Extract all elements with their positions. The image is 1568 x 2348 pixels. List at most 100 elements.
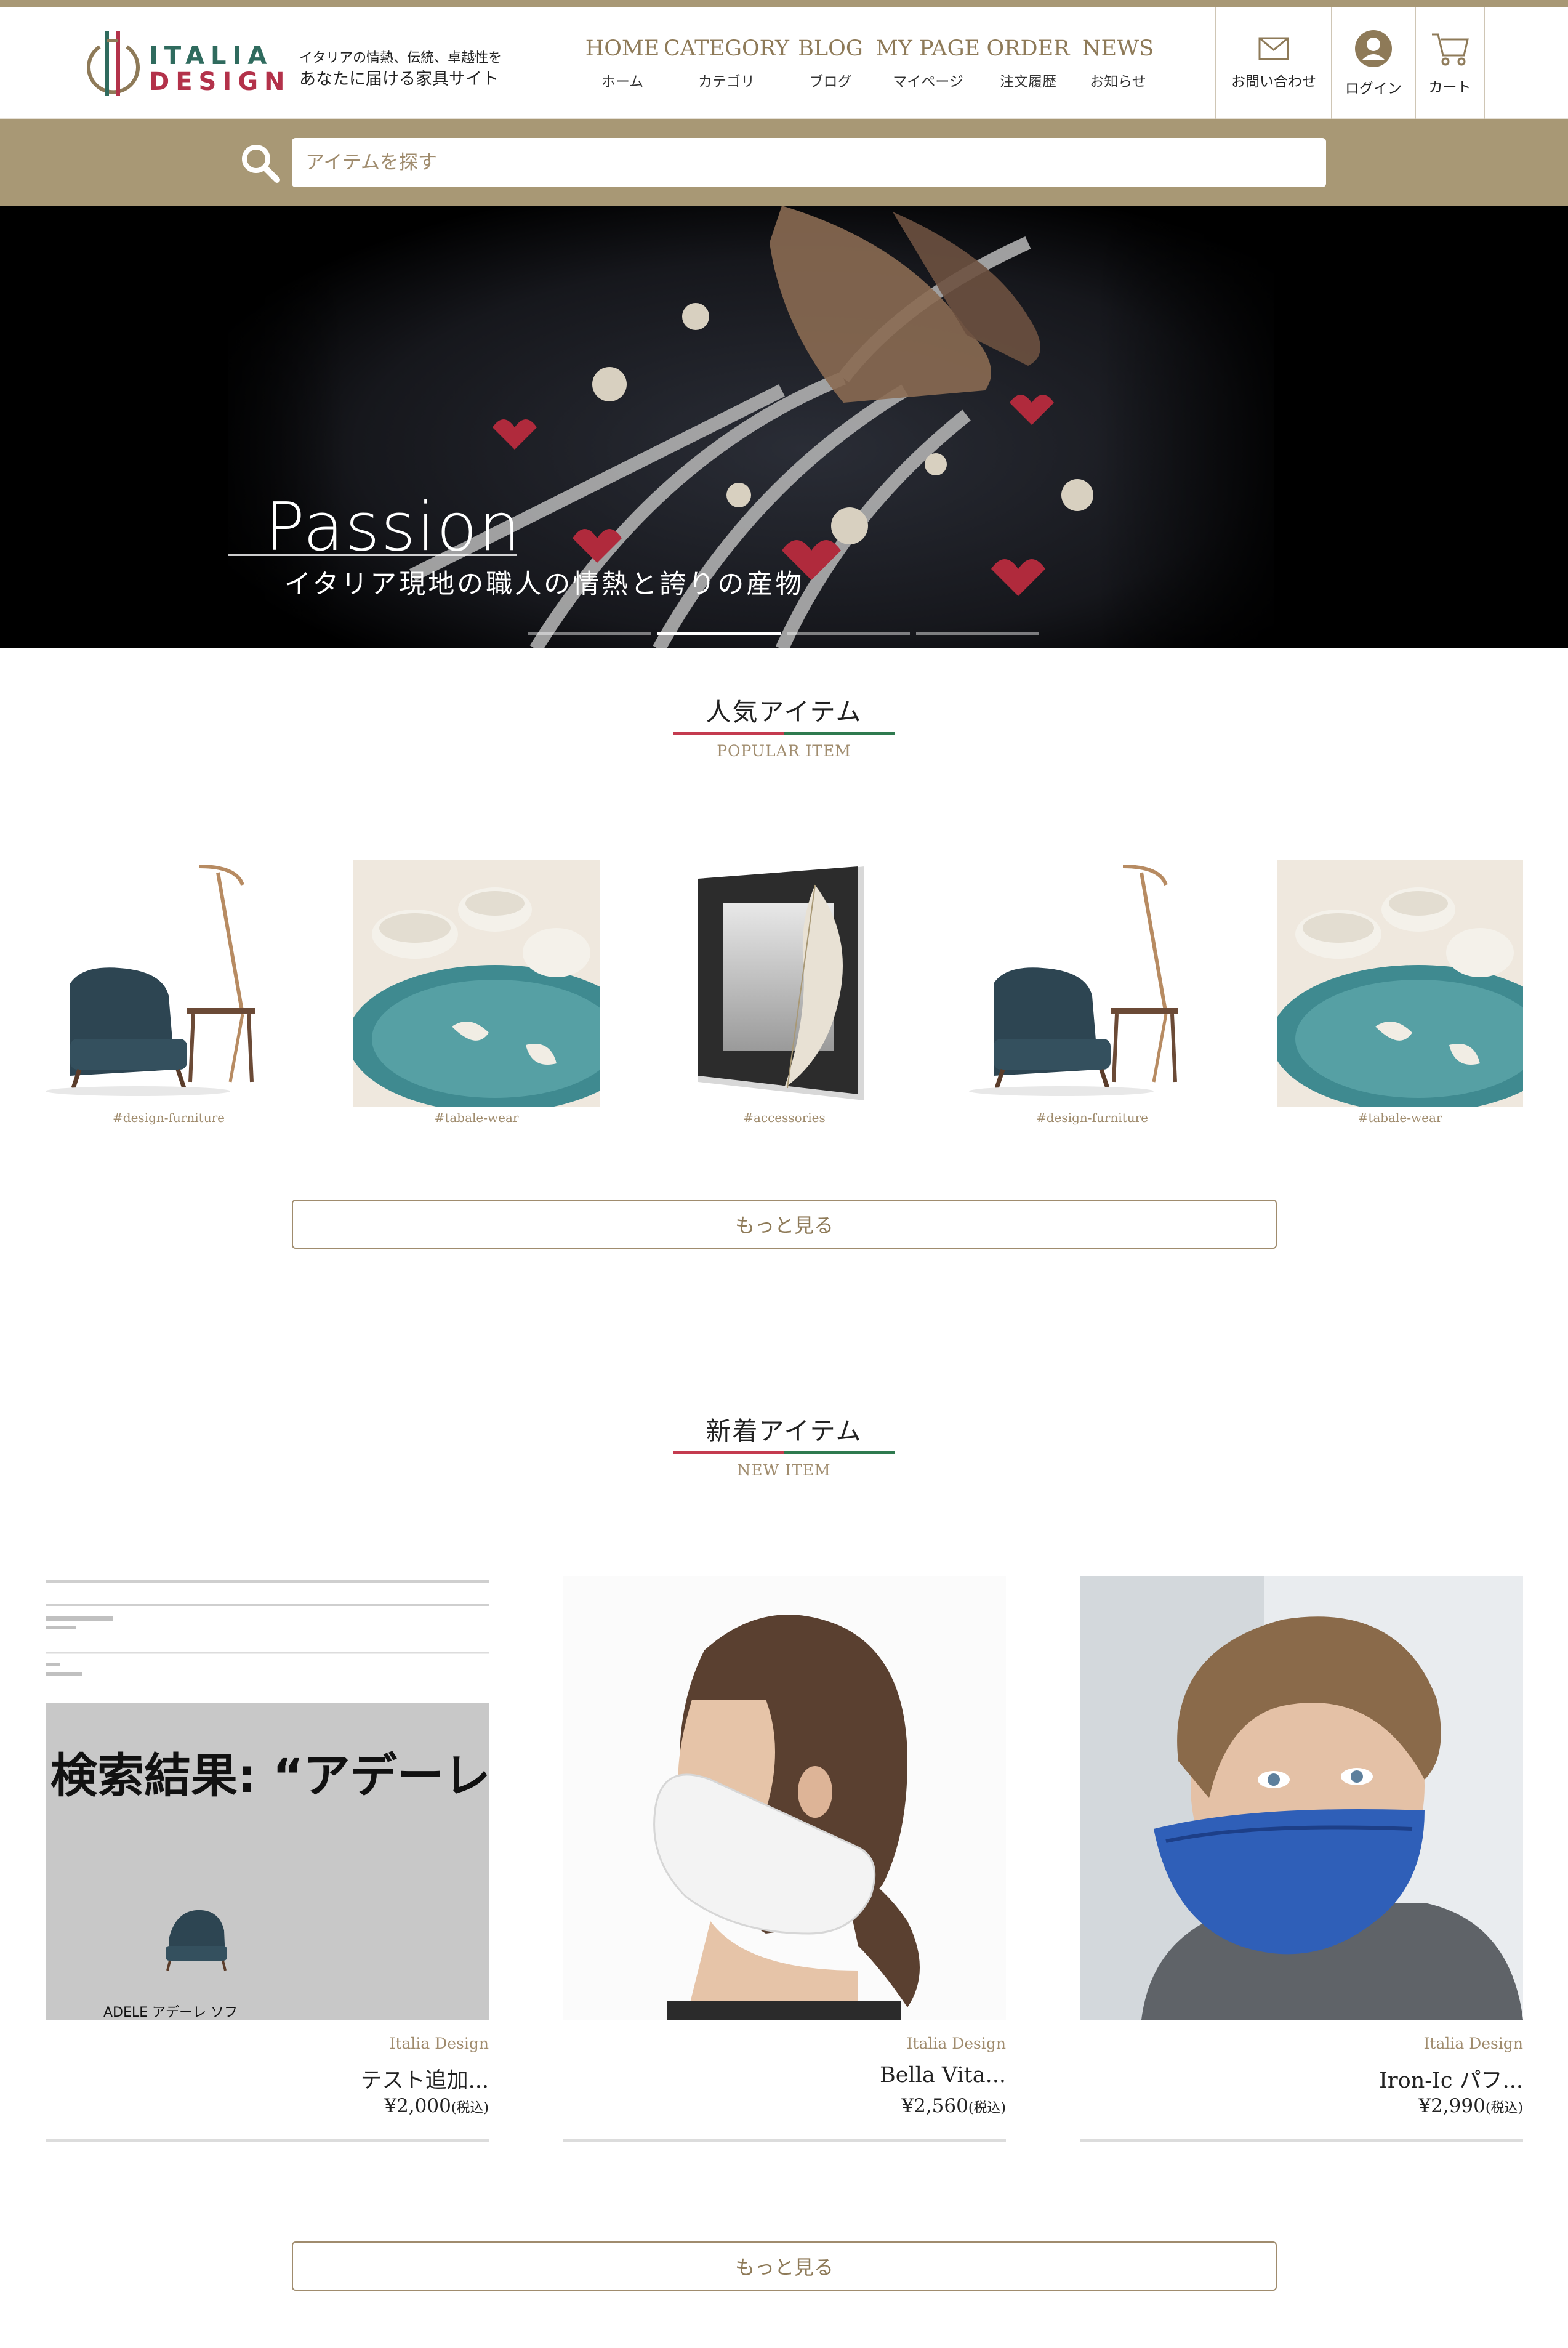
popular-subtitle: POPULAR ITEM xyxy=(717,742,851,760)
new-item-1-price: ¥2,000(税込) xyxy=(384,2095,489,2117)
tagline-line-1: イタリアの情熱、伝統、卓越性を xyxy=(299,50,502,66)
armchair-lamp-image xyxy=(969,860,1215,1107)
new-item-1-name[interactable]: テスト追加... xyxy=(361,2063,489,2094)
cart-icon xyxy=(1432,33,1469,65)
nav-news[interactable]: NEWS お知らせ xyxy=(1074,7,1162,119)
carousel-dot-1[interactable] xyxy=(528,632,651,635)
search-icon[interactable] xyxy=(240,143,281,184)
new-item-1-price-value: ¥2,000 xyxy=(384,2095,451,2117)
new-item-2-brand: Italia Design xyxy=(906,2035,1006,2052)
new-item-card-1[interactable]: 検索結果: “アデーレ” ADELE アデーレ ソフ Italia Design… xyxy=(46,1576,489,2144)
carousel-dot-4[interactable] xyxy=(916,632,1039,635)
nav-category-jp: カテゴリ xyxy=(698,73,755,90)
popular-item-1-tag[interactable]: #design-furniture xyxy=(46,1110,292,1125)
hero-subtitle: イタリア現地の職人の情熱と誇りの産物 xyxy=(284,569,805,600)
italy-flag-underline xyxy=(673,732,895,735)
new-item-card-3[interactable]: Italia Design Iron-Ic パフ... ¥2,990(税込) xyxy=(1080,1576,1523,2144)
logo-mark-icon xyxy=(87,31,140,96)
nav-order-jp: 注文履歴 xyxy=(1000,73,1056,90)
new-item-2-tax: (税込) xyxy=(968,2100,1006,2116)
popular-item-5-tag[interactable]: #tabale-wear xyxy=(1277,1110,1523,1125)
top-accent-strip xyxy=(0,0,1568,7)
nav-news-en: NEWS xyxy=(1082,36,1154,61)
popular-more-button[interactable]: もっと見る xyxy=(292,1200,1277,1249)
feather-frame-image xyxy=(661,860,907,1107)
cart-label: カート xyxy=(1428,79,1471,95)
nav-mypage[interactable]: MY PAGE マイページ xyxy=(874,7,982,119)
blue-mask-boy-image xyxy=(1080,1576,1523,2020)
contact-button[interactable]: お問い合わせ xyxy=(1215,7,1331,119)
popular-item-5[interactable] xyxy=(1271,860,1566,1113)
new-section-heading: 新着アイテム NEW ITEM xyxy=(0,1410,1568,1479)
new-item-3-price: ¥2,990(税込) xyxy=(1418,2095,1523,2117)
screenshot-caption: ADELE アデーレ ソフ xyxy=(103,2005,238,2020)
carousel-dot-3[interactable] xyxy=(787,632,910,635)
login-label: ログイン xyxy=(1345,80,1402,97)
nav-home-jp: ホーム xyxy=(601,73,644,90)
carousel-dots xyxy=(528,632,1039,635)
carousel-dot-2[interactable] xyxy=(657,632,781,635)
new-item-1-tax: (税込) xyxy=(451,2100,489,2116)
white-mask-woman-image xyxy=(563,1576,1006,2020)
tagline-line-2: あなたに届ける家具サイト xyxy=(299,70,499,89)
ceramic-plate-image xyxy=(347,860,643,1113)
popular-item-3-tag[interactable]: #accessories xyxy=(661,1110,907,1125)
login-button[interactable]: ログイン xyxy=(1331,7,1415,119)
new-title: 新着アイテム xyxy=(706,1416,862,1446)
hero-carousel[interactable]: Passion イタリア現地の職人の情熱と誇りの産物 xyxy=(0,206,1568,648)
popular-item-2[interactable] xyxy=(347,860,643,1113)
nav-home-en: HOME xyxy=(585,36,660,61)
nav-mypage-jp: マイページ xyxy=(893,73,963,90)
nav-blog-jp: ブログ xyxy=(809,73,852,90)
search-input[interactable] xyxy=(292,138,1326,187)
ceramic-plate-image xyxy=(1271,860,1566,1113)
popular-item-2-tag[interactable]: #tabale-wear xyxy=(353,1110,600,1125)
armchair-lamp-image xyxy=(46,860,292,1107)
contact-label: お問い合わせ xyxy=(1231,73,1316,90)
nav-category-en: CATEGORY xyxy=(663,36,790,61)
italy-flag-underline xyxy=(673,1451,895,1454)
new-item-3-image xyxy=(1080,1576,1523,2020)
hero-fade-right xyxy=(1096,206,1404,648)
card-divider xyxy=(563,2139,1006,2142)
new-item-2-price-value: ¥2,560 xyxy=(901,2095,968,2117)
popular-item-1[interactable] xyxy=(46,860,292,1107)
new-item-3-price-value: ¥2,990 xyxy=(1418,2095,1486,2117)
nav-category[interactable]: CATEGORY カテゴリ xyxy=(663,7,790,119)
logo-text-design: DESIGN xyxy=(149,68,291,96)
site-header: ITALIA DESIGN イタリアの情熱、伝統、卓越性を あなたに届ける家具サ… xyxy=(0,7,1568,119)
new-item-1-image: 検索結果: “アデーレ” ADELE アデーレ ソフ xyxy=(46,1576,489,2020)
hero-title: Passion xyxy=(265,489,522,566)
new-subtitle: NEW ITEM xyxy=(737,1461,831,1479)
nav-news-jp: お知らせ xyxy=(1090,73,1146,90)
nav-order-en: ORDER xyxy=(986,36,1070,61)
popular-item-4-tag[interactable]: #design-furniture xyxy=(969,1110,1215,1125)
new-item-1-brand: Italia Design xyxy=(389,2035,489,2052)
user-icon xyxy=(1355,30,1392,67)
cart-button[interactable]: カート xyxy=(1415,7,1485,119)
screenshot-heading: 検索結果: “アデーレ” xyxy=(50,1748,489,1803)
site-tagline: イタリアの情熱、伝統、卓越性を あなたに届ける家具サイト xyxy=(299,48,502,90)
new-item-2-price: ¥2,560(税込) xyxy=(901,2095,1006,2117)
nav-blog-en: BLOG xyxy=(798,36,863,61)
new-more-button[interactable]: もっと見る xyxy=(292,2241,1277,2291)
popular-section-heading: 人気アイテム POPULAR ITEM xyxy=(0,691,1568,760)
nav-mypage-en: MY PAGE xyxy=(875,36,981,61)
search-band xyxy=(0,119,1568,206)
logo-text-italia: ITALIA xyxy=(149,42,273,70)
nav-order[interactable]: ORDER 注文履歴 xyxy=(982,7,1074,119)
nav-blog[interactable]: BLOG ブログ xyxy=(787,7,874,119)
card-divider xyxy=(46,2139,489,2142)
popular-title: 人気アイテム xyxy=(706,697,862,727)
popular-item-3[interactable] xyxy=(661,860,907,1107)
new-item-3-brand: Italia Design xyxy=(1423,2035,1523,2052)
new-item-2-image xyxy=(563,1576,1006,2020)
nav-home[interactable]: HOME ホーム xyxy=(579,7,666,119)
card-divider xyxy=(1080,2139,1523,2142)
popular-item-4[interactable] xyxy=(969,860,1215,1107)
new-item-3-tax: (税込) xyxy=(1485,2100,1523,2116)
new-item-card-2[interactable]: Italia Design Bella Vita... ¥2,560(税込) xyxy=(563,1576,1006,2144)
new-item-2-name[interactable]: Bella Vita... xyxy=(880,2063,1006,2088)
new-item-3-name[interactable]: Iron-Ic パフ... xyxy=(1379,2063,1523,2094)
site-logo[interactable]: ITALIA DESIGN xyxy=(82,22,285,108)
